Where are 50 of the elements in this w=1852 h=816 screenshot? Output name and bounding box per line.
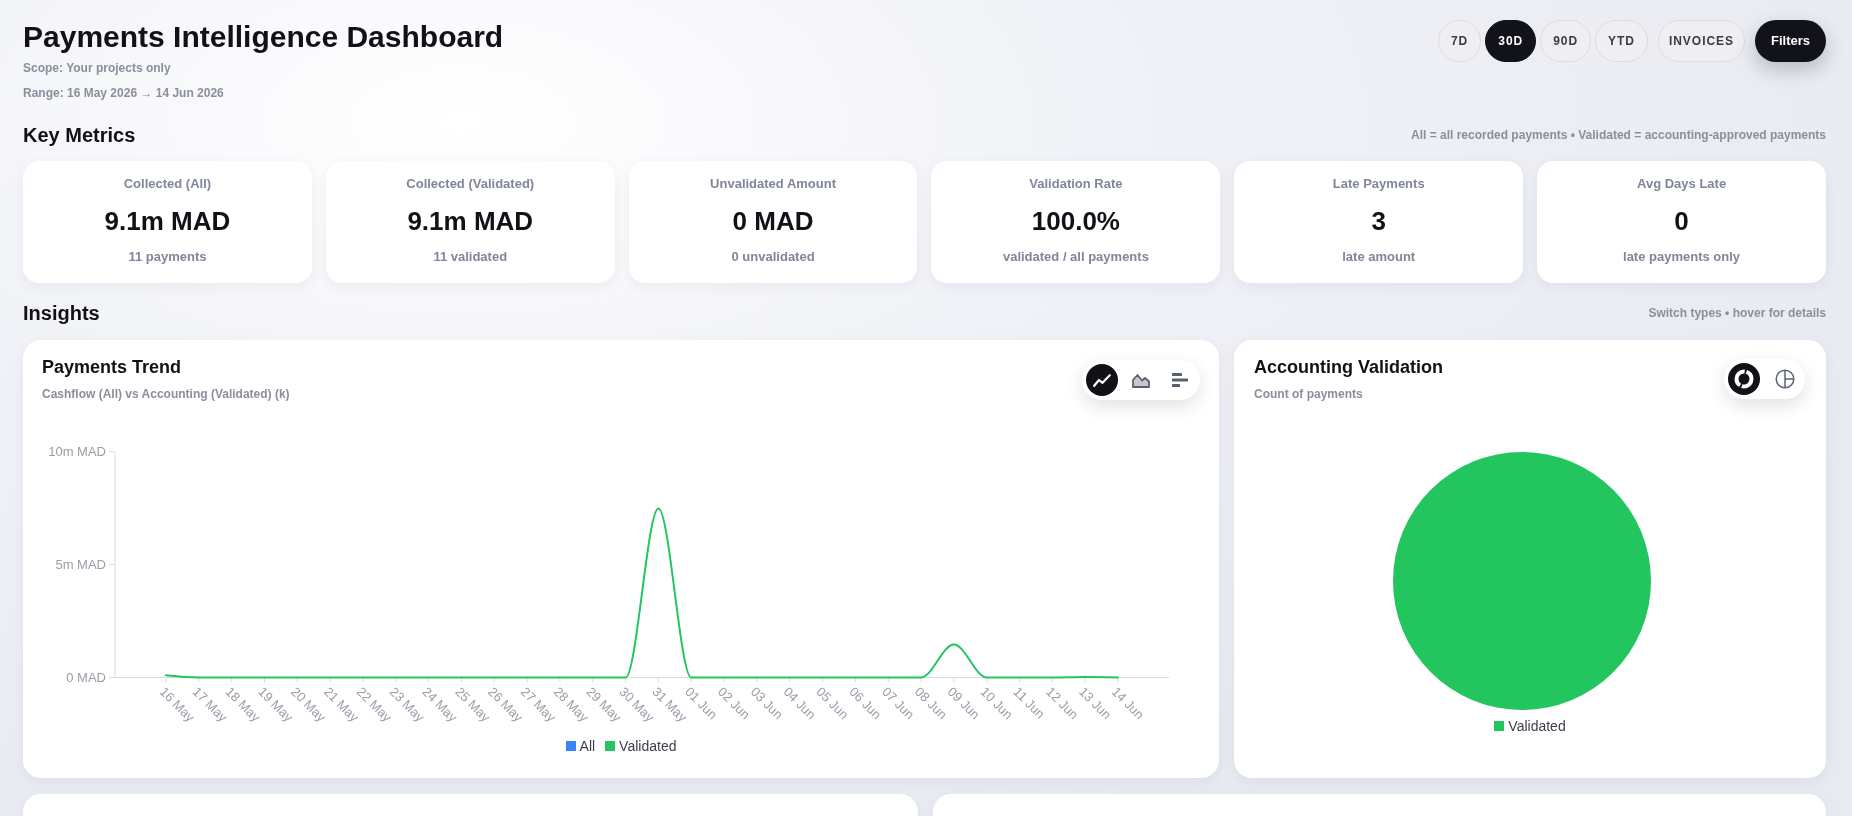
- period-button[interactable]: YTD: [1595, 20, 1648, 62]
- metric-label: Collected (Validated): [406, 176, 535, 192]
- chart-title: Payments Trend: [42, 356, 183, 378]
- x-axis-label: 14 Jun: [1108, 684, 1148, 723]
- metric-label: Unvalidated Amount: [710, 176, 837, 192]
- area-chart-icon: [1132, 372, 1150, 388]
- metric-value: 3: [1371, 205, 1386, 237]
- x-axis-label: 09 Jun: [944, 684, 983, 723]
- chart-type-button[interactable]: [1728, 363, 1760, 395]
- metric-label: Validation Rate: [1029, 176, 1123, 192]
- metric-label: Collected (All): [123, 176, 212, 192]
- metric-caption: 11 validated: [433, 249, 508, 265]
- metric-value: 9.1m MAD: [407, 205, 534, 237]
- invoices-button[interactable]: INVOICES: [1657, 20, 1745, 62]
- y-axis-label: 0 MAD: [66, 670, 106, 686]
- chart-subtitle: Cashflow (All) vs Accounting (Validated) (k): [42, 386, 290, 402]
- legend-label: All: [579, 737, 596, 755]
- metric-label: Late Payments: [1332, 176, 1425, 192]
- bar-chart-icon: [1172, 373, 1188, 387]
- chart-title: Accounting Validation: [1254, 356, 1443, 378]
- page-title: Payments Intelligence Dashboard: [23, 19, 504, 55]
- metric-value: 0 MAD: [732, 205, 814, 237]
- range-label: Range: 16 May 2026 → 14 Jun 2026: [23, 85, 225, 101]
- y-axis-label: 10m MAD: [48, 444, 106, 460]
- period-button[interactable]: 7D: [1438, 20, 1482, 62]
- line-chart-icon: [1093, 373, 1111, 387]
- scope-label: Scope: Your projects only: [23, 60, 172, 76]
- filters-button[interactable]: Filters: [1755, 20, 1826, 62]
- metric-caption: 11 payments: [128, 249, 207, 265]
- section-heading: Insights: [23, 301, 100, 326]
- section-note: All = all recorded payments • Validated = accounting-approved payments: [1411, 127, 1826, 143]
- section-note: Switch types • hover for details: [1648, 305, 1826, 321]
- period-button[interactable]: 30D: [1485, 20, 1537, 62]
- donut-chart-icon: [1734, 369, 1754, 389]
- legend-label: Validated: [619, 737, 677, 755]
- metric-value: 0: [1674, 205, 1689, 237]
- metric-caption: late amount: [1342, 249, 1416, 265]
- legend-label: Validated: [1508, 717, 1566, 735]
- section-heading: Key Metrics: [23, 123, 136, 148]
- metric-label: Avg Days Late: [1637, 176, 1727, 192]
- period-button[interactable]: 90D: [1540, 20, 1592, 62]
- metric-value: 100.0%: [1031, 205, 1120, 237]
- chart-type-button[interactable]: [1086, 364, 1118, 396]
- metric-caption: 0 unvalidated: [731, 249, 815, 265]
- chart-subtitle: Count of payments: [1254, 386, 1364, 402]
- metric-value: 9.1m MAD: [104, 205, 231, 237]
- pie-chart-icon: [1775, 369, 1795, 389]
- metric-caption: late payments only: [1623, 249, 1741, 265]
- y-axis-label: 5m MAD: [55, 557, 106, 573]
- metric-caption: validated / all payments: [1002, 249, 1149, 265]
